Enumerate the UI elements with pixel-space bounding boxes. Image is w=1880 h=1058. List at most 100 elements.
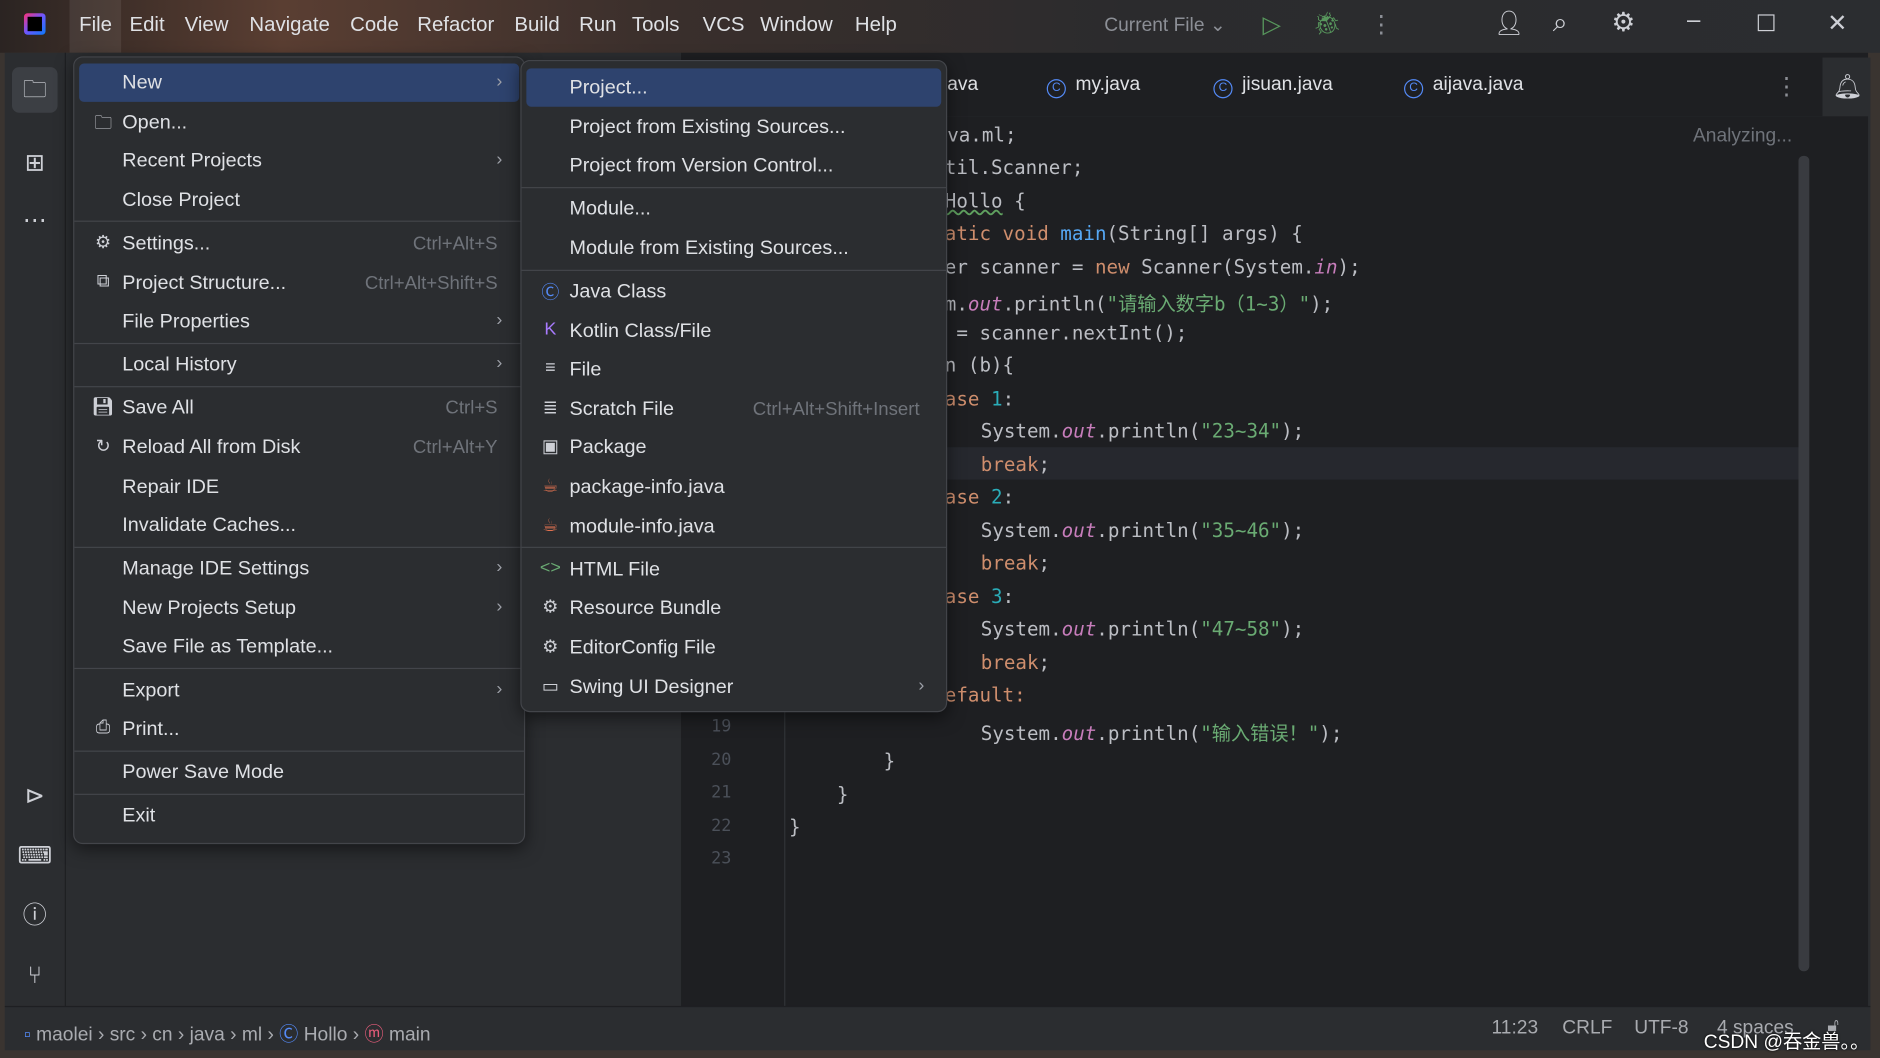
- run-config-selector[interactable]: Current File ⌄: [1104, 13, 1226, 37]
- menu-item-open[interactable]: 🗀 Open...: [79, 103, 519, 141]
- menu-edit[interactable]: Edit: [129, 13, 164, 37]
- menu-view[interactable]: View: [185, 13, 229, 37]
- menu-item-module[interactable]: Module...: [526, 190, 941, 228]
- menu-code[interactable]: Code: [350, 13, 399, 37]
- menu-item-save-all[interactable]: 💾︎ Save All Ctrl+S: [79, 389, 519, 427]
- more-actions-icon[interactable]: ⋮: [1369, 10, 1393, 40]
- menu-item-file-properties[interactable]: File Properties ›: [79, 302, 519, 340]
- menu-item-invalidate-caches[interactable]: Invalidate Caches...: [79, 506, 519, 544]
- debug-icon[interactable]: 🐞︎: [1313, 10, 1342, 39]
- problems-icon[interactable]: ⓘ: [16, 897, 54, 935]
- project-folder-icon[interactable]: 🗀: [11, 67, 58, 113]
- file-encoding[interactable]: UTF-8: [1634, 1018, 1688, 1040]
- code-token: atic void: [944, 221, 1061, 245]
- menu-item-close-project[interactable]: Close Project: [79, 181, 519, 219]
- code-line: Hollo {: [945, 189, 1026, 212]
- run-tool-icon[interactable]: ⊳: [16, 777, 54, 815]
- menu-item-label: Module from Existing Sources...: [569, 237, 849, 259]
- menu-item-save-file-as-template[interactable]: Save File as Template...: [79, 628, 519, 666]
- menu-window[interactable]: Window: [760, 13, 833, 37]
- breadcrumb-ml[interactable]: ml: [242, 1025, 262, 1045]
- menu-item-new[interactable]: New ›: [79, 63, 520, 102]
- run-icon[interactable]: ▷: [1263, 10, 1281, 40]
- editor-scrollbar[interactable]: [1798, 155, 1810, 972]
- menu-item-recent-projects[interactable]: Recent Projects ›: [79, 142, 519, 180]
- settings-gear-icon[interactable]: ⚙: [1611, 7, 1635, 38]
- code-token: ;: [1038, 551, 1051, 575]
- menu-item-swing-ui-designer[interactable]: ▭ Swing UI Designer ›: [526, 667, 941, 705]
- tab-my-java[interactable]: Cmy.java: [1046, 74, 1140, 99]
- menu-run[interactable]: Run: [579, 13, 616, 37]
- menu-item-local-history[interactable]: Local History ›: [79, 346, 519, 384]
- code-token: System.: [980, 419, 1062, 443]
- menu-item-editorconfig-file[interactable]: ⚙ EditorConfig File: [526, 628, 941, 666]
- menu-item-html-file[interactable]: <> HTML File: [526, 550, 941, 588]
- scratch-icon: ≣: [542, 397, 558, 419]
- menu-tools[interactable]: Tools: [632, 13, 680, 37]
- menu-navigate[interactable]: Navigate: [249, 13, 329, 37]
- line-separator[interactable]: CRLF: [1562, 1018, 1612, 1040]
- menu-item-project[interactable]: Project...: [526, 68, 942, 107]
- breadcrumb-src[interactable]: src: [110, 1025, 136, 1045]
- menu-item-export[interactable]: Export ›: [79, 671, 519, 709]
- menu-item-module-from-existing-sources[interactable]: Module from Existing Sources...: [526, 229, 941, 267]
- gear-icon: ⚙: [542, 636, 559, 657]
- menu-item-new-projects-setup[interactable]: New Projects Setup ›: [79, 588, 519, 626]
- git-branch-icon[interactable]: ⑂: [16, 957, 54, 995]
- menu-item-java-class[interactable]: Ⓒ Java Class: [526, 272, 941, 310]
- menu-item-exit[interactable]: Exit: [79, 796, 519, 834]
- menu-item-project-from-existing-sources[interactable]: Project from Existing Sources...: [526, 107, 941, 145]
- menu-item-repair-ide[interactable]: Repair IDE: [79, 467, 519, 505]
- menu-item-resource-bundle[interactable]: ⚙ Resource Bundle: [526, 589, 941, 627]
- menu-help[interactable]: Help: [855, 13, 897, 37]
- menu-item-kotlin-class-file[interactable]: K Kotlin Class/File: [526, 311, 941, 349]
- breadcrumb-maolei[interactable]: ▫ maolei: [24, 1025, 93, 1045]
- menu-item-scratch-file[interactable]: ≣ Scratch File Ctrl+Alt+Shift+Insert: [526, 389, 941, 427]
- menu-build[interactable]: Build: [514, 13, 559, 37]
- menu-item-reload-all-from-disk[interactable]: ↻ Reload All from Disk Ctrl+Alt+Y: [79, 428, 519, 466]
- search-icon[interactable]: ⌕: [1553, 7, 1568, 38]
- line-number: 20: [711, 750, 732, 770]
- menu-item-module-info-java[interactable]: ☕︎ module-info.java: [526, 507, 941, 545]
- chevron-right-icon: ›: [135, 1025, 153, 1046]
- menu-item-print[interactable]: ⎙ Print...: [79, 710, 519, 748]
- breadcrumb-main[interactable]: ⓜ main: [364, 1025, 430, 1045]
- tabs-menu-icon[interactable]: ⋮: [1775, 72, 1799, 102]
- gear-icon: ⚙: [542, 597, 559, 618]
- breadcrumb-cn[interactable]: cn: [152, 1025, 172, 1045]
- code-token: );: [1310, 292, 1334, 316]
- minimize-button[interactable]: –: [1687, 7, 1700, 35]
- tab-aijava-java[interactable]: Caijava.java: [1404, 74, 1523, 99]
- add-user-icon[interactable]: 👤︎: [1494, 8, 1524, 38]
- maximize-button[interactable]: [1757, 14, 1775, 32]
- code-line: System.out.println("47~58");: [981, 617, 1304, 640]
- menu-item-settings[interactable]: ⚙ Settings... Ctrl+Alt+S: [79, 224, 519, 262]
- menu-separator: [74, 342, 524, 344]
- tab-partial[interactable]: ava: [947, 74, 978, 96]
- menu-item-power-save-mode[interactable]: Power Save Mode: [79, 753, 519, 791]
- caret-position[interactable]: 11:23: [1492, 1018, 1539, 1040]
- menu-item-package-info-java[interactable]: ☕︎ package-info.java: [526, 468, 941, 506]
- menu-file[interactable]: File: [79, 13, 112, 37]
- structure-icon[interactable]: ⊞: [16, 144, 54, 182]
- close-button[interactable]: ✕: [1827, 8, 1847, 38]
- breadcrumb-hollo[interactable]: Ⓒ Hollo: [279, 1025, 347, 1045]
- menu-item-project-from-version-control[interactable]: Project from Version Control...: [526, 147, 941, 185]
- chevron-right-icon: ›: [496, 70, 503, 92]
- breadcrumb-java[interactable]: java: [190, 1025, 225, 1045]
- menu-item-label: Invalidate Caches...: [122, 514, 297, 537]
- terminal-icon[interactable]: ⌨: [16, 837, 54, 875]
- java-file-icon: ☕︎: [542, 515, 559, 536]
- menu-item-package[interactable]: ▣ Package: [526, 429, 941, 467]
- menu-item-file[interactable]: ≡ File: [526, 350, 941, 388]
- shortcut-label: Ctrl+Alt+S: [412, 233, 498, 255]
- more-tools-icon[interactable]: ⋯: [16, 201, 54, 239]
- menu-refactor[interactable]: Refactor: [417, 13, 494, 37]
- menu-item-label: Module...: [569, 198, 651, 220]
- chevron-down-icon: ⌄: [1209, 15, 1226, 36]
- tab-jisuan-java[interactable]: Cjisuan.java: [1213, 74, 1333, 99]
- notifications-bell-icon[interactable]: 🔔︎: [1832, 72, 1862, 102]
- menu-item-project-structure[interactable]: ⧉ Project Structure... Ctrl+Alt+Shift+S: [79, 263, 519, 301]
- menu-vcs[interactable]: VCS: [703, 13, 745, 37]
- menu-item-manage-ide-settings[interactable]: Manage IDE Settings ›: [79, 549, 519, 587]
